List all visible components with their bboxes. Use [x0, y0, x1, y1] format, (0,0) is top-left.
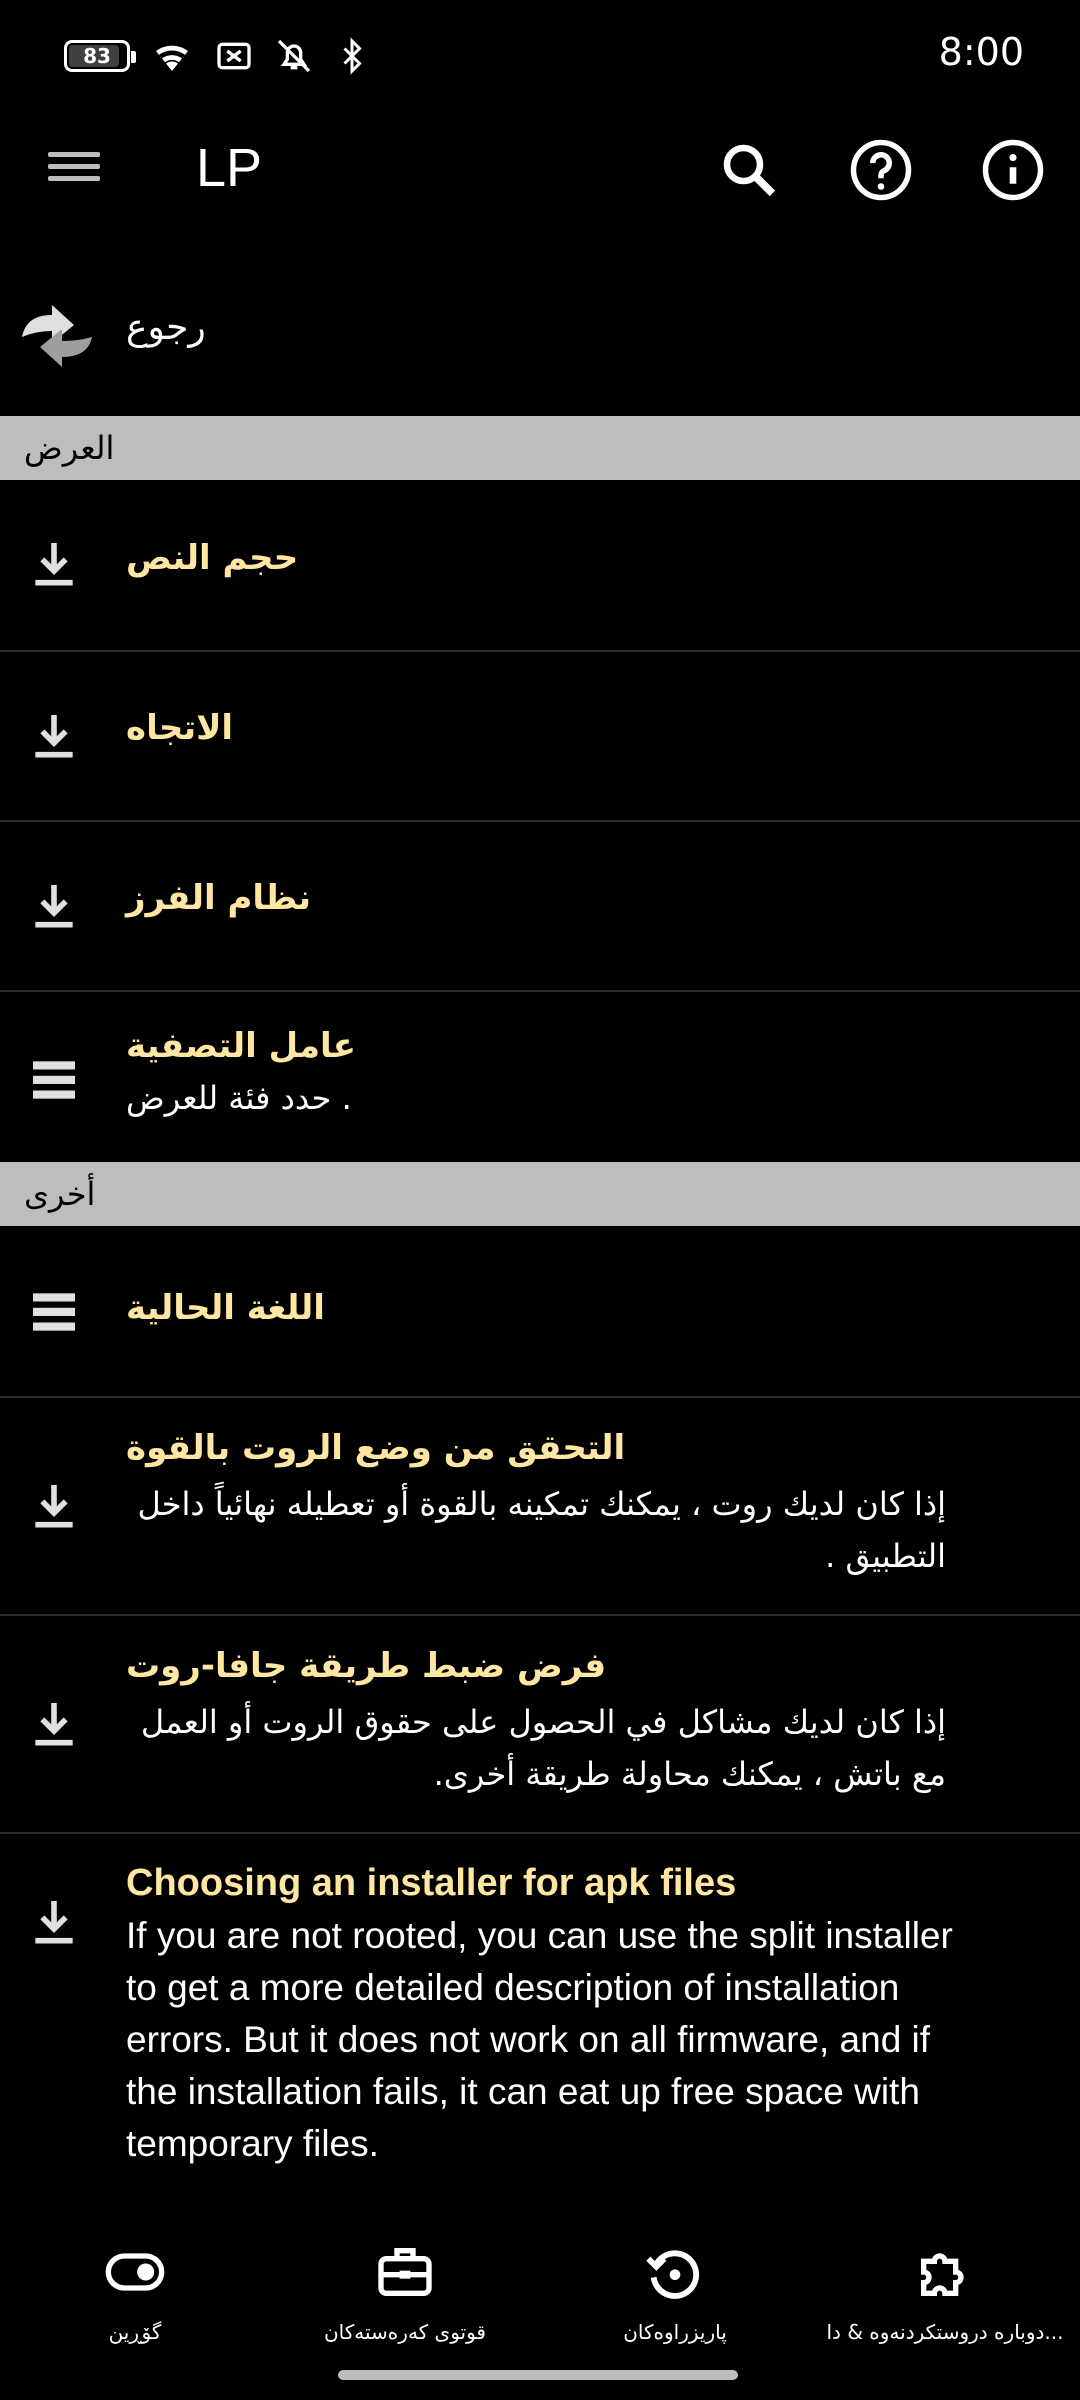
list-item-orientation[interactable]: الاتجاه	[0, 652, 1080, 822]
download-icon	[26, 708, 82, 764]
item-description: إذا كان لديك مشاكل في الحصول على حقوق ال…	[140, 1703, 946, 1793]
nav-item-toolbox[interactable]: قوتوی کەرەستەکان	[270, 2240, 540, 2360]
info-icon[interactable]	[980, 137, 1046, 203]
app-title: LP	[196, 138, 263, 198]
list-item-force-root[interactable]: التحقق من وضع الروت بالقوة إذا كان لديك …	[0, 1398, 1080, 1616]
download-icon	[26, 1696, 82, 1752]
battery-level: 83	[83, 44, 111, 68]
nav-label: دوباره دروستکردنه‌وه & دا...	[826, 2320, 1064, 2344]
item-title: Choosing an installer for apk files	[126, 1862, 737, 1904]
home-indicator[interactable]	[338, 2370, 738, 2380]
item-title: نظام الفرز	[126, 878, 312, 918]
help-icon[interactable]	[848, 137, 914, 203]
search-icon[interactable]	[716, 137, 782, 203]
status-bar: 83 8:00	[0, 0, 1080, 115]
item-title: حجم النص	[126, 538, 299, 578]
list-item-force-java-root[interactable]: فرض ضبط طريقة جافا-روت إذا كان لديك مشاك…	[0, 1616, 1080, 1834]
list-item-filter[interactable]: عامل التصفية حدد فئة للعرض .	[0, 992, 1080, 1162]
status-icons: 83	[64, 36, 370, 76]
list-icon	[26, 1052, 82, 1108]
list-item-current-language[interactable]: اللغة الحالية	[0, 1226, 1080, 1398]
item-title: الاتجاه	[126, 708, 234, 748]
nav-label: گۆڕین	[108, 2320, 162, 2344]
item-description: If you are not rooted, you can use the s…	[126, 1915, 953, 2164]
nav-label: قوتوی کەرەستەکان	[323, 2320, 486, 2344]
nav-item-toggle[interactable]: گۆڕین	[0, 2240, 270, 2360]
restore-icon	[646, 2250, 700, 2299]
back-row[interactable]: رجوع	[0, 275, 1080, 405]
item-description: إذا كان لديك روت ، يمكنك تمكينه بالقوة أ…	[137, 1485, 946, 1575]
menu-icon[interactable]	[48, 145, 104, 195]
list-item-text-size[interactable]: حجم النص	[0, 480, 1080, 652]
item-title: فرض ضبط طريقة جافا-روت	[126, 1646, 607, 1686]
toolbox-icon	[378, 2248, 432, 2296]
section-header-other: أخرى	[0, 1162, 1080, 1226]
download-icon	[26, 536, 82, 592]
nav-label: پاریزراوەکان	[623, 2320, 727, 2344]
item-title: عامل التصفية	[126, 1026, 356, 1066]
nav-item-puzzle[interactable]: دوباره دروستکردنه‌وه & دا...	[810, 2240, 1080, 2360]
bluetooth-icon	[343, 37, 362, 75]
list-item-sort-order[interactable]: نظام الفرز	[0, 822, 1080, 992]
download-icon	[26, 1894, 82, 1950]
wifi-icon	[156, 45, 188, 71]
puzzle-icon	[921, 2253, 964, 2296]
nav-item-restore[interactable]: پاریزراوەکان	[540, 2240, 810, 2360]
no-sim-icon	[217, 42, 251, 70]
download-icon	[26, 1478, 82, 1534]
toggle-icon	[105, 2253, 165, 2291]
item-title: التحقق من وضع الروت بالقوة	[126, 1428, 626, 1468]
list-item-installer[interactable]: Choosing an installer for apk files If y…	[0, 1834, 1080, 2220]
status-time: 8:00	[938, 30, 1024, 74]
back-icon	[12, 295, 102, 375]
list-icon	[26, 1284, 82, 1340]
item-description: حدد فئة للعرض .	[126, 1079, 352, 1117]
download-icon	[26, 878, 82, 934]
notifications-off-icon	[277, 39, 311, 73]
item-title: اللغة الحالية	[126, 1288, 325, 1328]
section-header-display: العرض	[0, 416, 1080, 480]
battery-icon: 83	[64, 40, 136, 72]
app-bar: LP	[0, 115, 1080, 225]
back-label: رجوع	[126, 307, 206, 348]
